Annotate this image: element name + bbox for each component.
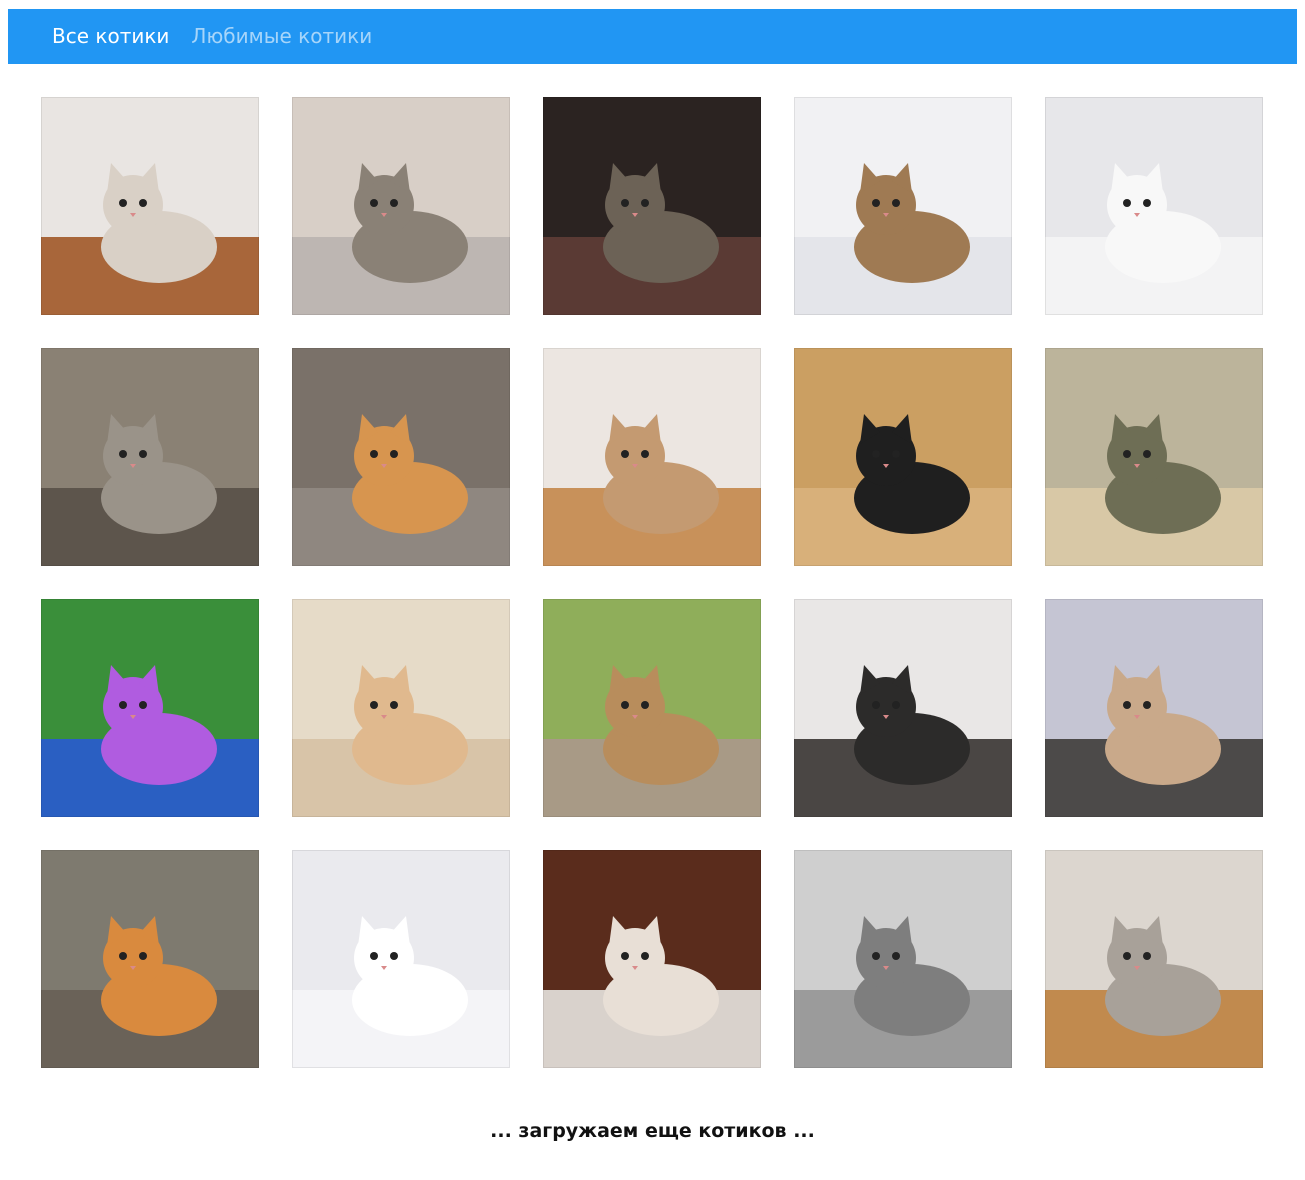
cat-photo-grid: [41, 97, 1263, 1069]
cat-photo-grey-kitten-on-floor[interactable]: [1045, 850, 1263, 1068]
cat-photo-cat-in-cardboard-box[interactable]: [794, 348, 1012, 566]
cat-photo-cat-and-kitten[interactable]: [543, 850, 761, 1068]
tab-favorite-cats[interactable]: Любимые котики: [191, 9, 372, 64]
cat-photo-cat-on-balcony[interactable]: [1045, 599, 1263, 817]
loading-more-text: ... загружаем еще котиков ...: [490, 1120, 815, 1142]
cat-photo-cat-under-door[interactable]: [41, 97, 259, 315]
cat-photo-cat-in-tuxedo[interactable]: [543, 97, 761, 315]
cat-photo-cat-in-paper-bag[interactable]: [543, 348, 761, 566]
cat-photo-cat-in-basket[interactable]: [794, 97, 1012, 315]
cat-photo-kitten-in-kettle[interactable]: [41, 348, 259, 566]
cat-photo-fat-cat-in-snow[interactable]: [292, 850, 510, 1068]
cat-photo-kitten-in-blanket[interactable]: [292, 599, 510, 817]
cat-photo-ginger-cat-in-bed[interactable]: [292, 348, 510, 566]
cat-photo-arched-tabby-cat[interactable]: [292, 97, 510, 315]
cat-photo-kittens-on-pavement[interactable]: [543, 599, 761, 817]
top-navbar: Все котики Любимые котики: [8, 9, 1297, 64]
cat-photo-psychedelic-space-cat[interactable]: [41, 599, 259, 817]
tab-all-cats[interactable]: Все котики: [52, 9, 169, 64]
cat-photo-cat-in-striped-bag[interactable]: [794, 599, 1012, 817]
cat-photo-orange-kittens-outdoors[interactable]: [41, 850, 259, 1068]
cat-photo-grey-cat-standing[interactable]: [794, 850, 1012, 1068]
cat-photo-tabby-cat-with-tea[interactable]: [1045, 348, 1263, 566]
cat-photo-white-cat-with-toy[interactable]: [1045, 97, 1263, 315]
